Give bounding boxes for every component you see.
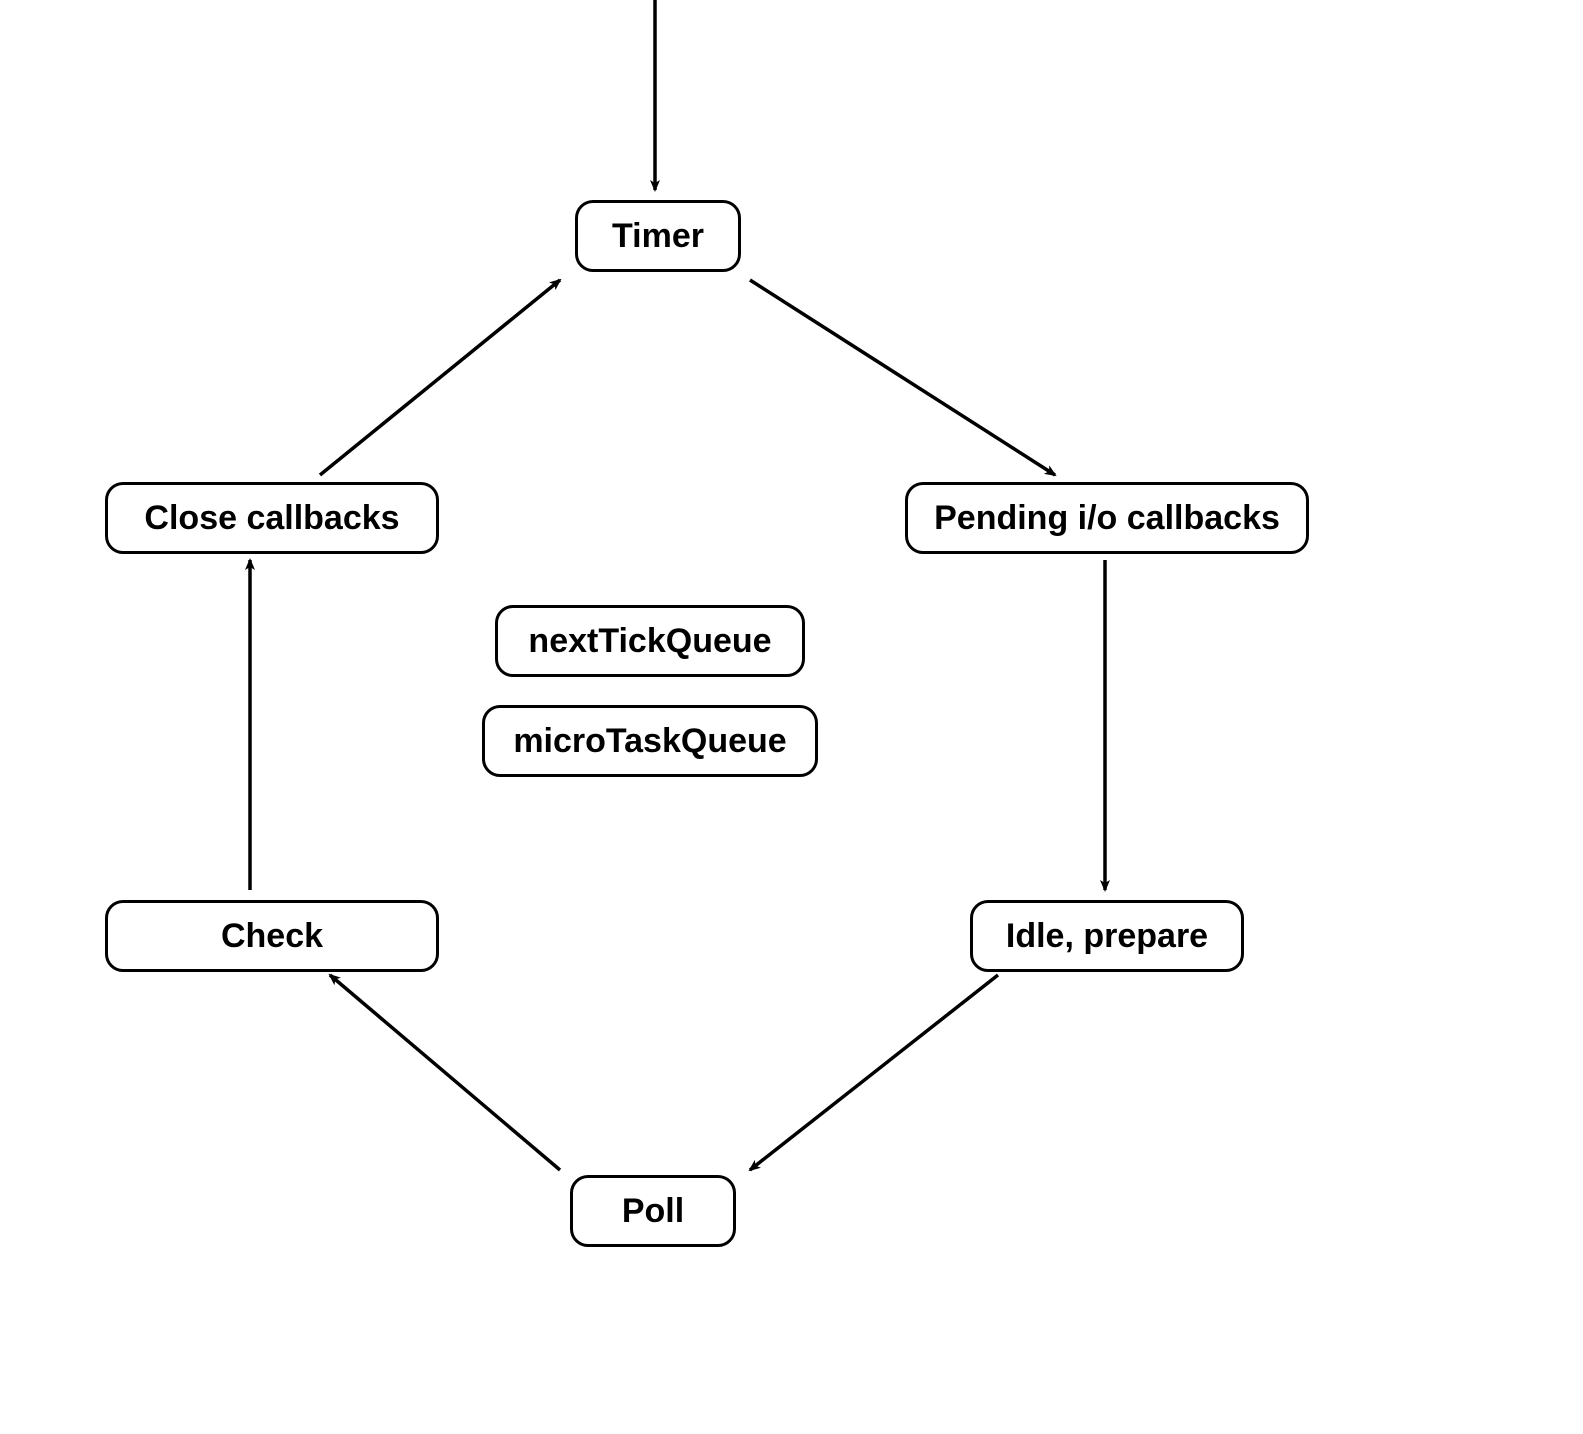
node-timer-label: Timer bbox=[612, 217, 704, 256]
node-pending: Pending i/o callbacks bbox=[905, 482, 1309, 554]
node-microtask-label: microTaskQueue bbox=[513, 722, 786, 761]
arrow-close-to-timer bbox=[320, 280, 560, 475]
node-poll: Poll bbox=[570, 1175, 736, 1247]
node-check-label: Check bbox=[221, 917, 323, 956]
node-idle: Idle, prepare bbox=[970, 900, 1244, 972]
node-microtask: microTaskQueue bbox=[482, 705, 818, 777]
arrow-timer-to-pending bbox=[750, 280, 1055, 475]
node-nexttick-label: nextTickQueue bbox=[528, 622, 771, 661]
arrow-idle-to-poll bbox=[750, 975, 998, 1170]
node-close-label: Close callbacks bbox=[144, 499, 399, 538]
arrow-poll-to-check bbox=[330, 975, 560, 1170]
node-poll-label: Poll bbox=[622, 1192, 684, 1231]
node-close: Close callbacks bbox=[105, 482, 439, 554]
node-check: Check bbox=[105, 900, 439, 972]
node-timer: Timer bbox=[575, 200, 741, 272]
node-pending-label: Pending i/o callbacks bbox=[934, 499, 1280, 538]
node-nexttick: nextTickQueue bbox=[495, 605, 805, 677]
node-idle-label: Idle, prepare bbox=[1006, 917, 1208, 956]
